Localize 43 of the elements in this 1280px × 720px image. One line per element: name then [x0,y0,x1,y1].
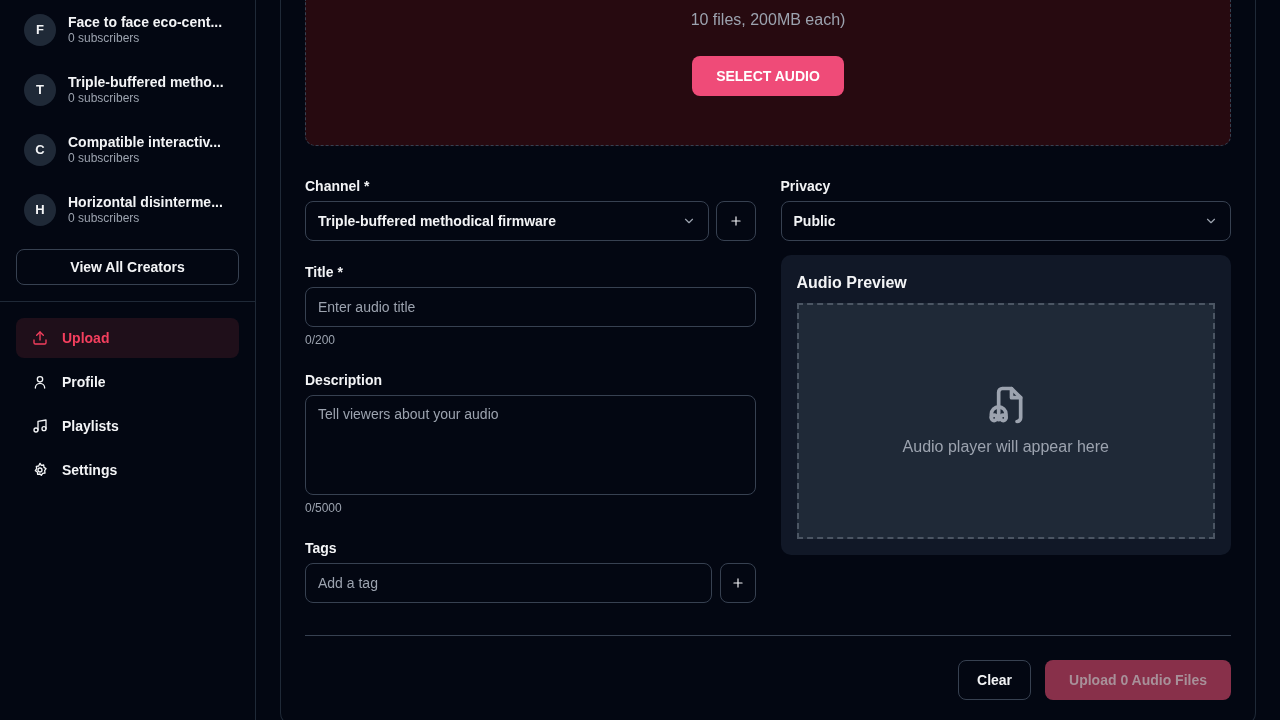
title-field[interactable]: Enter audio title [305,287,756,327]
format-hint: 10 files, 200MB each) [689,10,847,30]
character-count: 0/5000 [305,500,343,517]
add-tag-button[interactable] [719,563,756,603]
field-label: Description [305,371,383,390]
description-field[interactable]: Tell viewers about your audio [305,395,756,495]
user-icon [32,374,48,390]
character-count: 0/200 [305,332,337,349]
field-label: Title * [305,263,344,282]
subscriber-count: 0 subscribers [68,150,141,167]
field-label: Channel * [305,177,371,196]
view-all-button[interactable]: View All Creators [16,249,239,285]
field-label: Privacy [780,177,832,196]
subscriber-count: 0 subscribers [68,30,141,47]
nav-item[interactable]: Playlists [16,406,239,446]
select-audio-button[interactable]: SELECT AUDIO [692,56,844,96]
creator-name[interactable]: Face to face eco-cent... [68,13,223,31]
avatar: F [24,14,56,46]
plus-icon [728,214,743,228]
privacy-select[interactable]: Public [780,201,1231,241]
nav-item[interactable]: Settings [16,450,239,490]
clear-button[interactable]: Clear [958,660,1032,700]
creator-name[interactable]: Compatible interactiv... [68,133,221,151]
settings-icon [32,462,48,478]
avatar: T [24,74,56,106]
creator-name[interactable]: Triple-buffered metho... [68,73,224,91]
nav-item[interactable]: Profile [16,362,239,402]
creator-name[interactable]: Horizontal disinterme... [68,193,223,211]
channel-select[interactable]: Triple-buffered methodical firmware [305,201,709,241]
preview-title: Audio Preview [796,273,908,293]
avatar: C [24,134,56,166]
upload-icon [32,330,48,346]
placeholder-text: Audio player will appear here [902,437,1109,457]
tag-field[interactable]: Add a tag [305,563,712,603]
subscriber-count: 0 subscribers [68,90,141,107]
avatar: H [24,194,56,226]
dropzone[interactable]: 10 files, 200MB each) SELECT AUDIO [305,0,1231,146]
subscriber-count: 0 subscribers [68,210,141,227]
nav-item[interactable]: Upload [16,318,239,358]
add-channel-button[interactable] [715,201,756,241]
music-note-icon [32,418,48,434]
field-label: Tags [305,539,338,558]
plus-icon [730,576,745,590]
